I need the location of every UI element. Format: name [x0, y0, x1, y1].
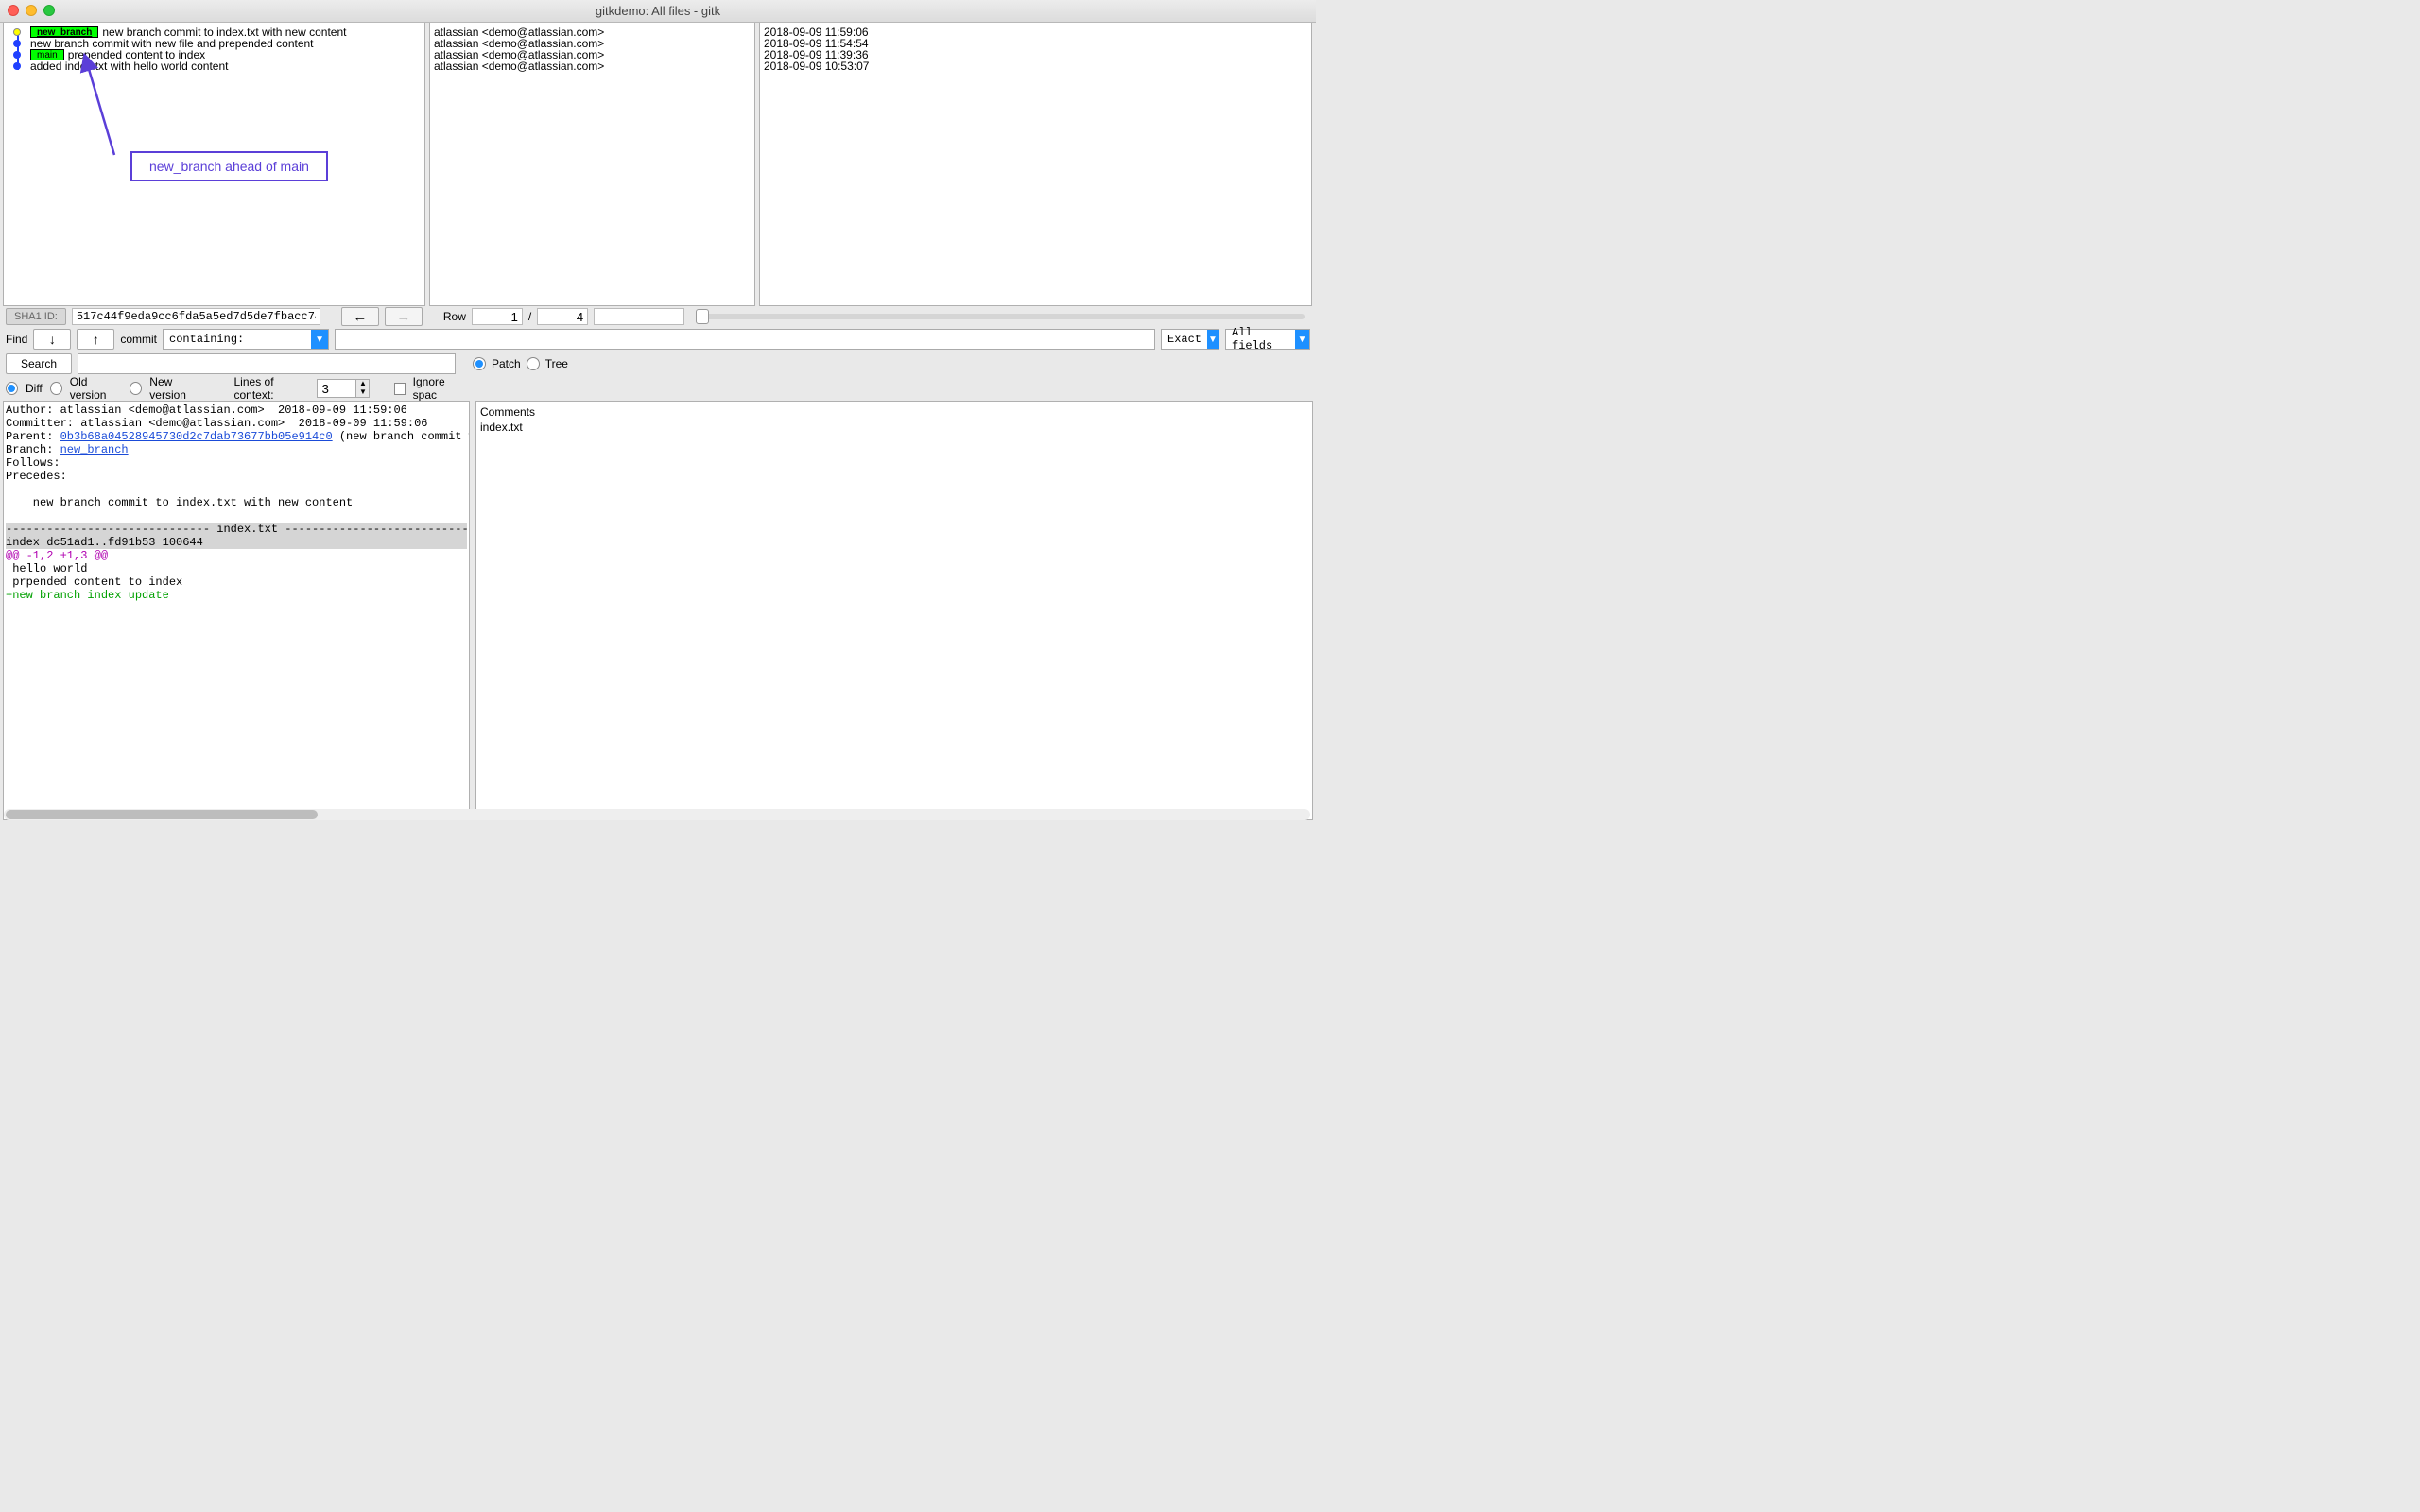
search-input[interactable]: [78, 353, 456, 374]
chevron-down-icon: ▼: [311, 330, 328, 349]
find-commit-label: commit: [120, 333, 157, 346]
diff-index-line: index dc51ad1..fd91b53 100644: [6, 536, 467, 549]
commit-dot-icon: [13, 62, 21, 70]
window-title: gitkdemo: All files - gitk: [596, 4, 720, 18]
arrow-down-icon: ↓: [49, 332, 56, 347]
tree-radio[interactable]: [527, 357, 540, 370]
chevron-down-icon: ▼: [1207, 330, 1219, 349]
commit-dot-icon: [13, 40, 21, 47]
ignore-space-label: Ignore spac: [413, 375, 467, 402]
row-sep: /: [528, 310, 531, 323]
scrollbar-thumb-icon[interactable]: [6, 810, 318, 819]
chevron-down-icon: ▼: [1295, 330, 1309, 349]
row-label: Row: [443, 310, 466, 323]
diff-pane[interactable]: Author: atlassian <demo@atlassian.com> 2…: [3, 401, 470, 820]
diff-parent-suffix: (new branch commit with: [333, 430, 470, 443]
patch-radio[interactable]: [473, 357, 486, 370]
commit-dot-icon: [13, 51, 21, 59]
file-list-item[interactable]: index.txt: [480, 421, 1308, 434]
maximize-icon[interactable]: [43, 5, 55, 16]
diff-file-separator: ------------------------------ index.txt…: [6, 523, 467, 536]
file-list-pane[interactable]: Comments index.txt: [475, 401, 1313, 820]
chevron-down-icon[interactable]: ▼: [355, 388, 369, 397]
find-match-combo[interactable]: Exact ▼: [1161, 329, 1219, 350]
row-total-input: [537, 308, 588, 325]
author-list-pane[interactable]: atlassian <demo@atlassian.com> atlassian…: [429, 23, 755, 306]
diff-precedes: Precedes:: [6, 470, 67, 483]
nav-back-button[interactable]: ←: [341, 307, 379, 326]
commit-row[interactable]: new branch commit with new file and prep…: [4, 38, 424, 49]
diff-add-line: +new branch index update: [6, 589, 169, 602]
author-row: atlassian <demo@atlassian.com>: [430, 60, 754, 72]
sha-id-input[interactable]: [72, 308, 320, 325]
annotation-arrow-icon: [84, 64, 122, 157]
find-prev-button[interactable]: ↑: [77, 329, 114, 350]
old-version-label: Old version: [70, 375, 123, 402]
head-commit-dot-icon: [13, 28, 21, 36]
minimize-icon[interactable]: [26, 5, 37, 16]
close-icon[interactable]: [8, 5, 19, 16]
arrow-right-icon: →: [396, 309, 410, 325]
diff-label: Diff: [26, 382, 43, 395]
lines-context-stepper[interactable]: ▲▼: [317, 379, 370, 398]
titlebar: gitkdemo: All files - gitk: [0, 0, 1316, 23]
diff-branch-link[interactable]: new_branch: [60, 443, 129, 456]
commit-list-pane[interactable]: new_branch new branch commit to index.tx…: [3, 23, 425, 306]
diff-committer-line: Committer: atlassian <demo@atlassian.com…: [6, 417, 427, 430]
find-fields-combo[interactable]: All fields ▼: [1225, 329, 1310, 350]
diff-context-line: hello world: [6, 562, 87, 576]
find-input[interactable]: [335, 329, 1155, 350]
sha-id-label: SHA1 ID:: [6, 308, 66, 325]
new-version-label: New version: [149, 375, 206, 402]
diff-branch-prefix: Branch:: [6, 443, 60, 456]
new-version-radio[interactable]: [130, 382, 142, 395]
patch-label: Patch: [492, 357, 521, 370]
file-list-header: Comments: [480, 404, 1308, 421]
diff-subject: new branch commit to index.txt with new …: [6, 496, 353, 509]
arrow-left-icon: ←: [353, 309, 367, 325]
lines-context-input[interactable]: [318, 380, 355, 397]
diff-parent-prefix: Parent:: [6, 430, 60, 443]
commit-message: added index.txt with hello world content: [30, 60, 228, 72]
search-button[interactable]: Search: [6, 353, 72, 374]
diff-parent-link[interactable]: 0b3b68a04528945730d2c7dab73677bb05e914c0: [60, 430, 333, 443]
arrow-up-icon: ↑: [93, 332, 99, 347]
diff-context-line: prpended content to index: [6, 576, 182, 589]
date-list-pane[interactable]: 2018-09-09 11:59:06 2018-09-09 11:54:54 …: [759, 23, 1312, 306]
annotation-callout: new_branch ahead of main: [130, 151, 328, 181]
find-mode-combo[interactable]: containing: ▼: [163, 329, 329, 350]
commit-row[interactable]: added index.txt with hello world content: [4, 60, 424, 72]
date-row: 2018-09-09 10:53:07: [760, 60, 1311, 72]
diff-hunk-header: @@ -1,2 +1,3 @@: [6, 549, 108, 562]
diff-radio[interactable]: [6, 382, 18, 395]
find-next-button[interactable]: ↓: [33, 329, 71, 350]
ignore-space-checkbox[interactable]: [394, 383, 406, 395]
slider-thumb-icon[interactable]: [696, 309, 709, 324]
goto-input[interactable]: [594, 308, 684, 325]
nav-forward-button[interactable]: →: [385, 307, 423, 326]
find-label: Find: [6, 333, 27, 346]
old-version-radio[interactable]: [50, 382, 62, 395]
lines-context-label: Lines of context:: [234, 375, 310, 402]
diff-author-line: Author: atlassian <demo@atlassian.com> 2…: [6, 404, 407, 417]
diff-follows: Follows:: [6, 456, 60, 470]
row-current-input[interactable]: [472, 308, 523, 325]
horizontal-scrollbar[interactable]: [4, 809, 1310, 820]
history-slider[interactable]: [696, 314, 1305, 319]
tree-label: Tree: [545, 357, 568, 370]
